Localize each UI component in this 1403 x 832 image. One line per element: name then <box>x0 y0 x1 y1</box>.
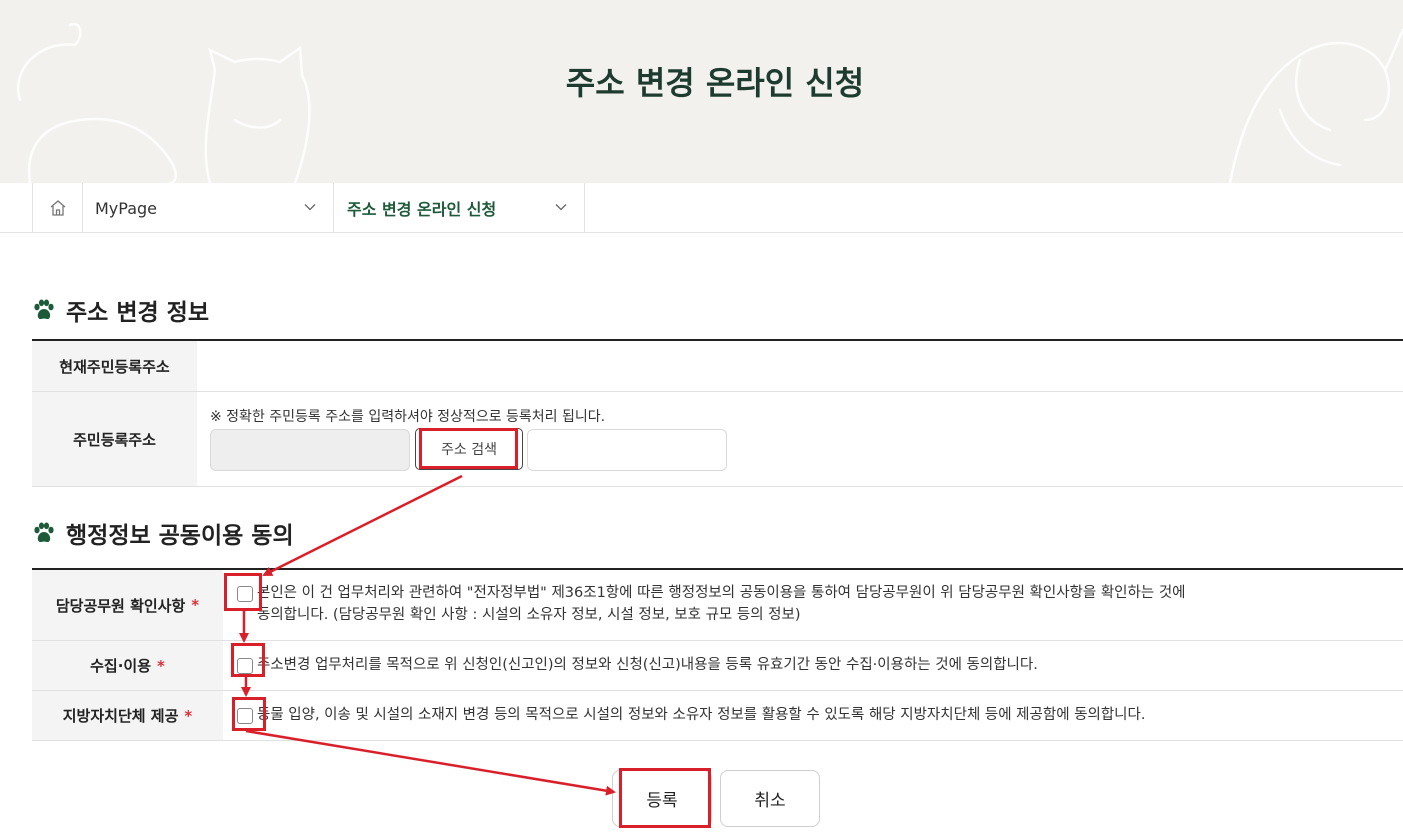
page-title: 주소 변경 온라인 신청 <box>565 64 865 102</box>
breadcrumb-address-change-dropdown[interactable]: 주소 변경 온라인 신청 <box>334 183 585 233</box>
consent-section-title: 행정정보 공동이용 동의 <box>66 523 294 549</box>
consent-table: 담당공무원 확인사항 * 본인은 이 건 업무처리와 관련하여 "전자정부법" 제… <box>32 568 1403 741</box>
zipcode-field[interactable] <box>210 429 410 471</box>
required-mark: * <box>184 706 193 725</box>
paw-icon <box>34 522 54 543</box>
consent-section-heading: 행정정보 공동이용 동의 <box>32 516 294 550</box>
consent-text-official-check: 본인은 이 건 업무처리와 관련하여 "전자정부법" 제36조1항에 따른 행정… <box>257 585 1186 623</box>
arrow-search-to-consent <box>262 474 463 577</box>
consent-checkbox-official-check[interactable] <box>237 586 253 602</box>
breadcrumb-level1-label: MyPage <box>95 198 158 218</box>
paw-icon <box>34 299 54 320</box>
address-detail-field[interactable] <box>527 429 727 471</box>
consent-label-local-gov: 지방자치단체 제공 * <box>32 691 223 740</box>
consent-checkbox-local-gov[interactable] <box>237 708 253 724</box>
address-section-heading: 주소 변경 정보 <box>32 293 209 327</box>
table-row: 지방자치단체 제공 * 동물 입양, 이송 및 시설의 소재지 변경 등의 목적으… <box>32 691 1403 741</box>
current-address-value <box>197 341 1403 391</box>
cancel-button[interactable]: 취소 <box>720 770 820 827</box>
address-info-table: 현재주민등록주소 주민등록주소 ※ 정확한 주민등록 주소를 입력하셔야 정상적… <box>32 339 1403 487</box>
consent-label-collection-use: 수집·이용 * <box>32 641 223 690</box>
home-icon <box>50 200 65 216</box>
registered-address-label: 주민등록주소 <box>32 392 197 486</box>
address-section-title: 주소 변경 정보 <box>66 300 209 326</box>
table-row: 주민등록주소 ※ 정확한 주민등록 주소를 입력하셔야 정상적으로 등록처리 됩… <box>32 392 1403 487</box>
breadcrumb: MyPage 주소 변경 온라인 신청 <box>0 183 1403 233</box>
consent-text-collection-use: 주소변경 업무처리를 목적으로 위 신청인(신고인)의 정보와 신청(신고)내용… <box>257 657 1038 673</box>
page-banner: 주소 변경 온라인 신청 <box>0 0 1403 183</box>
address-search-button[interactable]: 주소 검색 <box>415 428 523 470</box>
consent-checkbox-collection-use[interactable] <box>237 658 253 674</box>
current-address-label: 현재주민등록주소 <box>32 341 197 391</box>
breadcrumb-mypage-dropdown[interactable]: MyPage <box>83 183 334 233</box>
table-row: 수집·이용 * 주소변경 업무처리를 목적으로 위 신청인(신고인)의 정보와 신… <box>32 641 1403 691</box>
table-row: 담당공무원 확인사항 * 본인은 이 건 업무처리와 관련하여 "전자정부법" 제… <box>32 570 1403 641</box>
chevron-down-icon <box>304 204 316 211</box>
breadcrumb-home[interactable] <box>32 183 83 233</box>
required-mark: * <box>157 656 165 675</box>
required-mark: * <box>191 596 200 614</box>
submit-button[interactable]: 등록 <box>612 770 712 827</box>
consent-label-official-check: 담당공무원 확인사항 * <box>32 570 223 640</box>
address-notice: ※ 정확한 주민등록 주소를 입력하셔야 정상적으로 등록처리 됩니다. <box>210 409 606 425</box>
consent-text-local-gov: 동물 입양, 이송 및 시설의 소재지 변경 등의 목적으로 시설의 정보와 소… <box>257 707 1146 723</box>
chevron-down-icon <box>555 204 567 211</box>
table-row: 현재주민등록주소 <box>32 341 1403 392</box>
breadcrumb-level2-label: 주소 변경 온라인 신청 <box>347 200 497 219</box>
